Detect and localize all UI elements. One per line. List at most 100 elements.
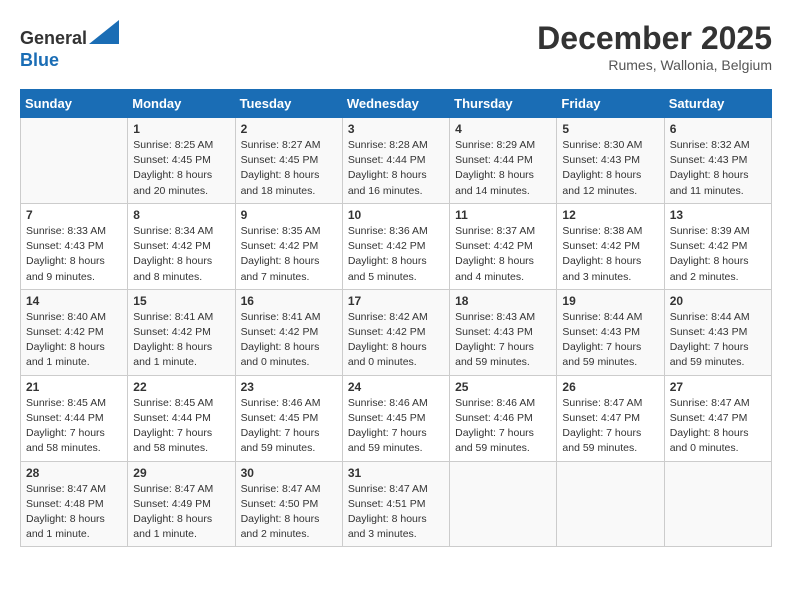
day-number: 10 xyxy=(348,208,444,222)
title-block: December 2025 Rumes, Wallonia, Belgium xyxy=(537,20,772,73)
day-info: Sunrise: 8:29 AMSunset: 4:44 PMDaylight:… xyxy=(455,138,551,199)
day-number: 30 xyxy=(241,466,337,480)
calendar-week-row: 21 Sunrise: 8:45 AMSunset: 4:44 PMDayligh… xyxy=(21,375,772,461)
day-info: Sunrise: 8:40 AMSunset: 4:42 PMDaylight:… xyxy=(26,310,122,371)
day-number: 25 xyxy=(455,380,551,394)
day-number: 23 xyxy=(241,380,337,394)
day-info: Sunrise: 8:46 AMSunset: 4:45 PMDaylight:… xyxy=(348,396,444,457)
calendar-week-row: 14 Sunrise: 8:40 AMSunset: 4:42 PMDayligh… xyxy=(21,289,772,375)
day-info: Sunrise: 8:37 AMSunset: 4:42 PMDaylight:… xyxy=(455,224,551,285)
day-info: Sunrise: 8:47 AMSunset: 4:49 PMDaylight:… xyxy=(133,482,229,543)
logo: General Blue xyxy=(20,20,119,71)
logo-blue: Blue xyxy=(20,50,59,70)
calendar-cell: 14 Sunrise: 8:40 AMSunset: 4:42 PMDayligh… xyxy=(21,289,128,375)
day-info: Sunrise: 8:43 AMSunset: 4:43 PMDaylight:… xyxy=(455,310,551,371)
calendar-table: SundayMondayTuesdayWednesdayThursdayFrid… xyxy=(20,89,772,547)
day-info: Sunrise: 8:41 AMSunset: 4:42 PMDaylight:… xyxy=(133,310,229,371)
day-info: Sunrise: 8:42 AMSunset: 4:42 PMDaylight:… xyxy=(348,310,444,371)
calendar-cell: 5 Sunrise: 8:30 AMSunset: 4:43 PMDaylight… xyxy=(557,118,664,204)
calendar-cell: 3 Sunrise: 8:28 AMSunset: 4:44 PMDaylight… xyxy=(342,118,449,204)
calendar-day-header: Saturday xyxy=(664,90,771,118)
calendar-cell: 21 Sunrise: 8:45 AMSunset: 4:44 PMDayligh… xyxy=(21,375,128,461)
logo-general: General xyxy=(20,28,87,48)
calendar-day-header: Friday xyxy=(557,90,664,118)
calendar-cell: 16Sunrise: 8:41 AMSunset: 4:42 PMDayligh… xyxy=(235,289,342,375)
day-number: 12 xyxy=(562,208,658,222)
calendar-cell: 29 Sunrise: 8:47 AMSunset: 4:49 PMDayligh… xyxy=(128,461,235,547)
day-info: Sunrise: 8:36 AMSunset: 4:42 PMDaylight:… xyxy=(348,224,444,285)
calendar-cell: 4 Sunrise: 8:29 AMSunset: 4:44 PMDaylight… xyxy=(450,118,557,204)
day-number: 31 xyxy=(348,466,444,480)
day-info: Sunrise: 8:46 AMSunset: 4:46 PMDaylight:… xyxy=(455,396,551,457)
day-info: Sunrise: 8:46 AMSunset: 4:45 PMDaylight:… xyxy=(241,396,337,457)
day-number: 22 xyxy=(133,380,229,394)
calendar-week-row: 28Sunrise: 8:47 AMSunset: 4:48 PMDayligh… xyxy=(21,461,772,547)
day-info: Sunrise: 8:47 AMSunset: 4:50 PMDaylight:… xyxy=(241,482,337,543)
calendar-cell: 25 Sunrise: 8:46 AMSunset: 4:46 PMDayligh… xyxy=(450,375,557,461)
day-number: 27 xyxy=(670,380,766,394)
calendar-day-header: Monday xyxy=(128,90,235,118)
day-number: 24 xyxy=(348,380,444,394)
day-number: 1 xyxy=(133,122,229,136)
day-number: 15 xyxy=(133,294,229,308)
day-number: 5 xyxy=(562,122,658,136)
day-info: Sunrise: 8:33 AMSunset: 4:43 PMDaylight:… xyxy=(26,224,122,285)
day-info: Sunrise: 8:27 AMSunset: 4:45 PMDaylight:… xyxy=(241,138,337,199)
day-number: 21 xyxy=(26,380,122,394)
day-info: Sunrise: 8:38 AMSunset: 4:42 PMDaylight:… xyxy=(562,224,658,285)
day-number: 29 xyxy=(133,466,229,480)
calendar-cell: 31 Sunrise: 8:47 AMSunset: 4:51 PMDayligh… xyxy=(342,461,449,547)
calendar-cell: 12 Sunrise: 8:38 AMSunset: 4:42 PMDayligh… xyxy=(557,203,664,289)
day-number: 7 xyxy=(26,208,122,222)
day-info: Sunrise: 8:47 AMSunset: 4:51 PMDaylight:… xyxy=(348,482,444,543)
calendar-cell xyxy=(21,118,128,204)
day-number: 13 xyxy=(670,208,766,222)
page-header: General Blue December 2025 Rumes, Wallon… xyxy=(20,20,772,73)
day-number: 2 xyxy=(241,122,337,136)
day-info: Sunrise: 8:30 AMSunset: 4:43 PMDaylight:… xyxy=(562,138,658,199)
calendar-cell xyxy=(450,461,557,547)
month-title: December 2025 xyxy=(537,20,772,57)
day-number: 4 xyxy=(455,122,551,136)
day-number: 19 xyxy=(562,294,658,308)
calendar-cell: 30 Sunrise: 8:47 AMSunset: 4:50 PMDayligh… xyxy=(235,461,342,547)
calendar-cell: 19 Sunrise: 8:44 AMSunset: 4:43 PMDayligh… xyxy=(557,289,664,375)
calendar-cell: 13 Sunrise: 8:39 AMSunset: 4:42 PMDayligh… xyxy=(664,203,771,289)
calendar-cell: 2 Sunrise: 8:27 AMSunset: 4:45 PMDaylight… xyxy=(235,118,342,204)
day-number: 14 xyxy=(26,294,122,308)
calendar-cell: 26 Sunrise: 8:47 AMSunset: 4:47 PMDayligh… xyxy=(557,375,664,461)
day-info: Sunrise: 8:47 AMSunset: 4:47 PMDaylight:… xyxy=(670,396,766,457)
calendar-cell xyxy=(557,461,664,547)
day-number: 20 xyxy=(670,294,766,308)
day-info: Sunrise: 8:32 AMSunset: 4:43 PMDaylight:… xyxy=(670,138,766,199)
day-number: 3 xyxy=(348,122,444,136)
day-number: 8 xyxy=(133,208,229,222)
calendar-cell: 6Sunrise: 8:32 AMSunset: 4:43 PMDaylight… xyxy=(664,118,771,204)
calendar-cell: 11 Sunrise: 8:37 AMSunset: 4:42 PMDayligh… xyxy=(450,203,557,289)
day-number: 11 xyxy=(455,208,551,222)
day-info: Sunrise: 8:39 AMSunset: 4:42 PMDaylight:… xyxy=(670,224,766,285)
day-number: 9 xyxy=(241,208,337,222)
day-number: 28 xyxy=(26,466,122,480)
day-info: Sunrise: 8:45 AMSunset: 4:44 PMDaylight:… xyxy=(26,396,122,457)
calendar-cell: 15 Sunrise: 8:41 AMSunset: 4:42 PMDayligh… xyxy=(128,289,235,375)
calendar-day-header: Wednesday xyxy=(342,90,449,118)
day-number: 26 xyxy=(562,380,658,394)
day-info: Sunrise: 8:47 AMSunset: 4:47 PMDaylight:… xyxy=(562,396,658,457)
day-info: Sunrise: 8:44 AMSunset: 4:43 PMDaylight:… xyxy=(562,310,658,371)
calendar-cell xyxy=(664,461,771,547)
calendar-header-row: SundayMondayTuesdayWednesdayThursdayFrid… xyxy=(21,90,772,118)
calendar-cell: 28Sunrise: 8:47 AMSunset: 4:48 PMDayligh… xyxy=(21,461,128,547)
calendar-cell: 9 Sunrise: 8:35 AMSunset: 4:42 PMDaylight… xyxy=(235,203,342,289)
calendar-week-row: 7 Sunrise: 8:33 AMSunset: 4:43 PMDaylight… xyxy=(21,203,772,289)
day-info: Sunrise: 8:28 AMSunset: 4:44 PMDaylight:… xyxy=(348,138,444,199)
calendar-week-row: 1Sunrise: 8:25 AMSunset: 4:45 PMDaylight… xyxy=(21,118,772,204)
calendar-cell: 7 Sunrise: 8:33 AMSunset: 4:43 PMDaylight… xyxy=(21,203,128,289)
day-info: Sunrise: 8:35 AMSunset: 4:42 PMDaylight:… xyxy=(241,224,337,285)
calendar-cell: 10 Sunrise: 8:36 AMSunset: 4:42 PMDayligh… xyxy=(342,203,449,289)
logo-icon xyxy=(89,20,119,44)
calendar-cell: 27 Sunrise: 8:47 AMSunset: 4:47 PMDayligh… xyxy=(664,375,771,461)
calendar-day-header: Tuesday xyxy=(235,90,342,118)
day-number: 18 xyxy=(455,294,551,308)
day-info: Sunrise: 8:41 AMSunset: 4:42 PMDaylight:… xyxy=(241,310,337,371)
